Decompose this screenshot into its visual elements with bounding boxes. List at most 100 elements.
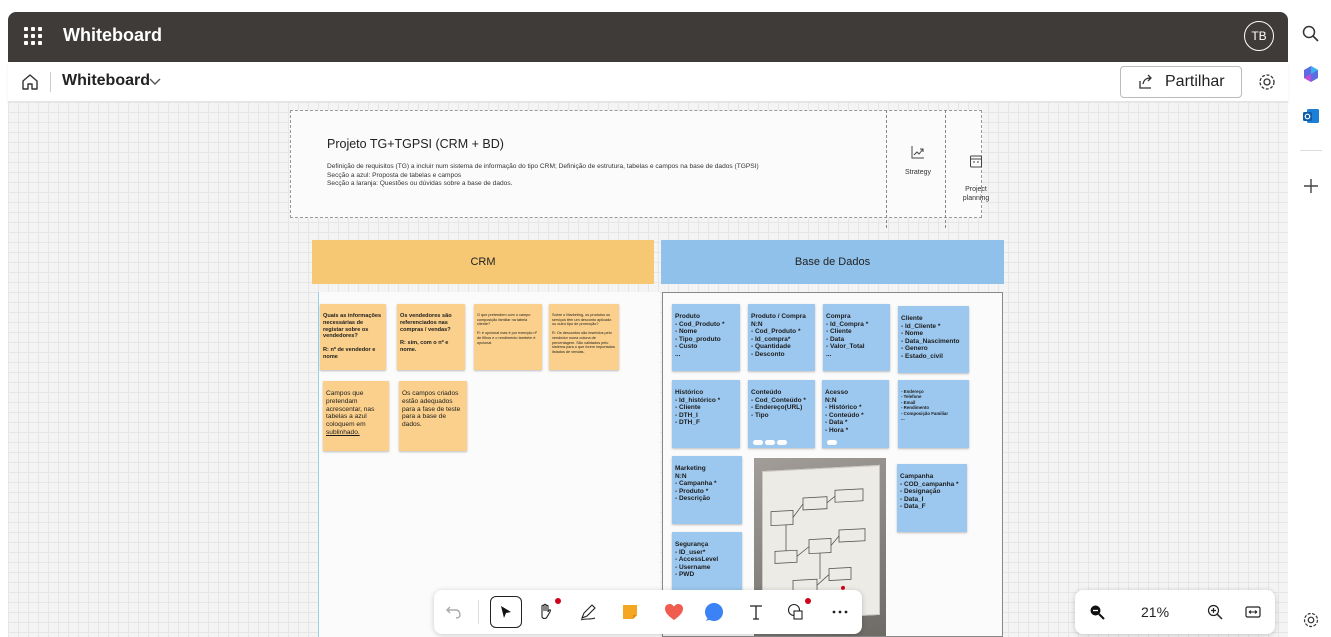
sticky-note-table[interactable]: Cliente - Id_Cliente * - Nome - Data_Nas…: [898, 306, 969, 373]
note-text: Histórico - Id_histórico * - Cliente - D…: [675, 389, 721, 427]
notification-dot: [805, 598, 811, 604]
text-icon: [750, 605, 762, 620]
bd-section-header[interactable]: Base de Dados: [661, 240, 1004, 284]
project-title: Projeto TG+TGPSI (CRM + BD): [327, 137, 504, 151]
note-text: - Endereço - Telefone - Email - Rendimen…: [901, 389, 949, 422]
note-text: Campos que pretendam acrescentar, nas ta…: [326, 390, 375, 429]
sticky-note-question[interactable]: O que pretendem com o campo composição f…: [474, 304, 542, 370]
undo-icon: [446, 606, 461, 619]
sticky-note-question[interactable]: Sobre o Marketing, os produtos ou serviç…: [549, 304, 619, 370]
frame-divider: [945, 110, 946, 228]
sticky-note-table[interactable]: Produto / Compra N:N - Cod_Produto * - I…: [748, 304, 815, 371]
note-text: Produto / Compra N:N - Cod_Produto * - I…: [751, 313, 806, 358]
rail-divider: [1300, 150, 1322, 151]
select-tool[interactable]: [494, 600, 518, 624]
share-button[interactable]: Partilhar: [1120, 66, 1242, 98]
fit-screen-icon: [1245, 606, 1261, 618]
zoom-level: 21%: [1141, 604, 1170, 620]
pen-tool[interactable]: [576, 600, 600, 624]
sticky-note-icon: [623, 605, 637, 619]
description-line: Definição de requisitos (TG) a incluir n…: [327, 163, 759, 170]
sticky-note-table[interactable]: Marketing N:N - Campanha * - Produto * -…: [672, 456, 742, 524]
note-text: Produto - Cod_Produto * - Nome - Tipo_pr…: [675, 313, 725, 358]
sticky-note-table[interactable]: - Endereço - Telefone - Email - Rendimen…: [898, 380, 969, 448]
frame-divider: [886, 110, 887, 228]
note-text: Marketing N:N - Campanha * - Produto * -…: [675, 465, 717, 503]
sticky-note-tool[interactable]: [618, 600, 642, 624]
note-text: Campanha - COD_campanha * - Designação -…: [900, 473, 959, 511]
search-icon[interactable]: [1301, 24, 1321, 44]
more-icon: [832, 610, 848, 614]
sticky-note-question[interactable]: Quais as informações necessárias de regi…: [320, 304, 386, 370]
copilot-icon[interactable]: [1301, 64, 1321, 84]
crm-section-header[interactable]: CRM: [312, 240, 654, 284]
hand-icon: [541, 603, 552, 620]
note-reactions[interactable]: [827, 440, 837, 445]
zoom-out-button[interactable]: [1085, 600, 1109, 624]
sticky-note-instruction[interactable]: Os campos criados estão adequados para a…: [399, 381, 467, 451]
reactions-tool[interactable]: [662, 600, 686, 624]
note-text: Quais as informações necessárias de regi…: [323, 313, 382, 360]
strategy-label: Strategy: [904, 169, 932, 176]
app-title: Whiteboard: [63, 25, 162, 45]
settings-icon[interactable]: [1301, 610, 1321, 630]
calendar-icon: [970, 155, 982, 167]
undo-button[interactable]: [442, 600, 466, 624]
heart-icon: [665, 604, 683, 620]
drawing-toolbar: [434, 590, 862, 634]
sticky-note-table[interactable]: Conteúdo - Cod_Conteúdo * - Endereço(URL…: [748, 380, 815, 448]
text-tool[interactable]: [744, 600, 768, 624]
note-text: Segurança - ID_user* - AccessLevel - Use…: [675, 541, 719, 579]
project-planning-label: Project planning: [962, 186, 990, 202]
shapes-icon: [787, 603, 803, 620]
sticky-note-table[interactable]: Histórico - Id_histórico * - Cliente - D…: [672, 380, 740, 448]
note-text: Sobre o Marketing, os produtos ou serviç…: [552, 313, 615, 354]
note-reactions[interactable]: [753, 440, 787, 445]
sticky-note-question[interactable]: Os vendedores são referenciados nas comp…: [397, 304, 465, 370]
shape-tool[interactable]: [784, 600, 808, 624]
divider: [50, 72, 51, 92]
whiteboard-canvas[interactable]: Projeto TG+TGPSI (CRM + BD) Definição de…: [8, 102, 1288, 637]
zoom-toolbar: 21%: [1075, 590, 1275, 634]
app-launcher-icon[interactable]: [22, 25, 44, 47]
sticky-note-table[interactable]: Campanha - COD_campanha * - Designação -…: [897, 464, 967, 532]
shapes-tool[interactable]: [702, 600, 726, 624]
add-icon[interactable]: [1301, 176, 1321, 196]
note-text: Os vendedores são referenciados nas comp…: [400, 313, 452, 353]
note-text: Cliente - Id_Cliente * - Nome - Data_Nas…: [901, 315, 960, 360]
share-label: Partilhar: [1165, 73, 1225, 90]
sticky-note-table[interactable]: Compra - Id_Compra * - Cliente - Data - …: [823, 304, 890, 371]
project-planning-tile[interactable]: Project planning: [951, 145, 1001, 203]
project-header-frame[interactable]: Projeto TG+TGPSI (CRM + BD) Definição de…: [290, 110, 989, 218]
note-text: Compra - Id_Compra * - Cliente - Data - …: [826, 313, 869, 358]
chart-icon: [911, 146, 924, 159]
sticky-note-table[interactable]: Acesso N:N - Histórico * - Conteúdo * - …: [822, 380, 889, 448]
strategy-tile[interactable]: Strategy: [893, 145, 943, 178]
board-toolbar: Whiteboard Partilhar: [8, 62, 1288, 102]
chevron-down-icon[interactable]: [148, 74, 162, 88]
board-name[interactable]: Whiteboard: [62, 72, 150, 90]
pen-icon: [580, 604, 596, 621]
home-icon[interactable]: [20, 72, 40, 92]
fit-to-screen-button[interactable]: [1241, 600, 1265, 624]
more-tools-button[interactable]: [828, 600, 852, 624]
project-description: Definição de requisitos (TG) a incluir n…: [327, 163, 759, 189]
description-line: Secção a laranja: Questões ou dúvidas so…: [327, 180, 513, 188]
description-line: Secção a azul: Proposta de tabelas e cam…: [327, 171, 462, 179]
note-text: O que pretendem com o campo composição f…: [477, 313, 538, 345]
zoom-out-icon: [1090, 605, 1105, 620]
right-rail: [1292, 0, 1331, 637]
zoom-in-button[interactable]: [1203, 600, 1227, 624]
note-underlined-text: sublinhado.: [326, 428, 360, 436]
whiteboard-app: Whiteboard TB Whiteboard Partilhar Proje…: [0, 0, 1331, 637]
avatar[interactable]: TB: [1244, 21, 1274, 51]
outlook-icon[interactable]: [1301, 106, 1321, 126]
gear-icon[interactable]: [1256, 71, 1278, 93]
pan-tool[interactable]: [534, 600, 558, 624]
note-text: Conteúdo - Cod_Conteúdo * - Endereço(URL…: [751, 389, 806, 419]
title-bar: Whiteboard TB: [8, 12, 1288, 62]
sticky-note-table[interactable]: Produto - Cod_Produto * - Nome - Tipo_pr…: [672, 304, 740, 371]
note-text: Acesso N:N - Histórico * - Conteúdo * - …: [825, 389, 864, 434]
sticky-note-instruction[interactable]: Campos que pretendam acrescentar, nas ta…: [323, 381, 389, 451]
share-icon: [1139, 74, 1152, 89]
